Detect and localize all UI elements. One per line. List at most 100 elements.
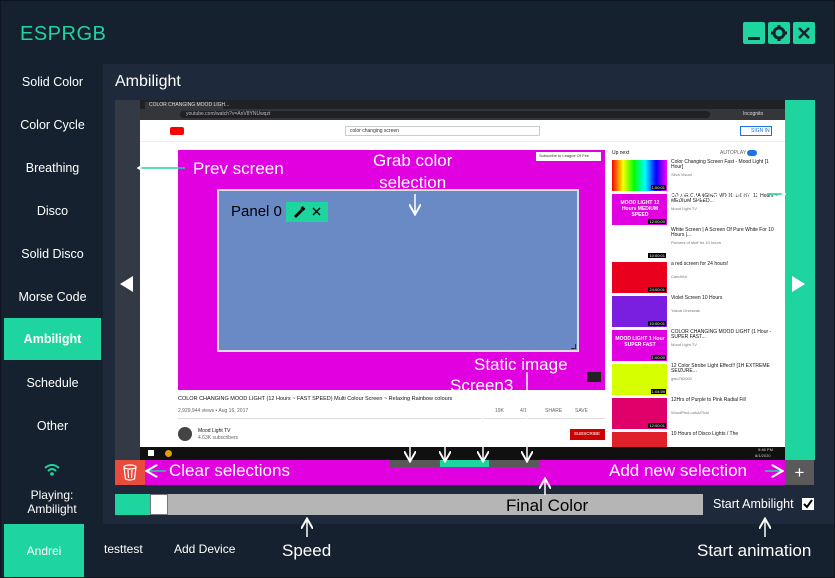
annotation-screen1: Screen1 — [352, 422, 416, 441]
rec-title: 10 Hours of Disco Lights / The — [671, 431, 739, 437]
sidebar-item-ambilight[interactable]: Ambilight — [4, 318, 101, 360]
rec-meta: Silva Visual — [671, 172, 692, 177]
annotation-static-image: Static image — [474, 355, 568, 374]
video-likes: 19K — [495, 408, 504, 414]
trash-icon — [123, 464, 137, 481]
annotation-speed: Speed — [282, 541, 332, 560]
chevron-right-icon — [792, 276, 805, 292]
screen-segment-1[interactable] — [390, 460, 439, 467]
autoplay-toggle — [747, 150, 757, 156]
sidebar-item-other[interactable]: Other — [4, 406, 101, 446]
video-title: COLOR CHANGING MOOD LIGHT (12 Hours ~ FA… — [178, 396, 453, 402]
video-save: SAVE — [575, 408, 588, 414]
sidebar-item-solid-disco[interactable]: Solid Disco — [4, 234, 101, 274]
rec-duration: 10:00:01 — [648, 253, 666, 258]
youtube-logo-icon — [170, 127, 184, 135]
browser-tabbar: COLOR CHANGING MOOD LIGH... — [140, 100, 785, 109]
channel-subscribers: 4.63K subscribers — [198, 435, 239, 441]
device-tab-andrei[interactable]: Andrei — [4, 524, 84, 577]
browser-tab-label: COLOR CHANGING MOOD LIGH... — [149, 102, 230, 108]
sidebar-item-breathing[interactable]: Breathing — [4, 148, 101, 188]
rec-title: Violet Screen 10 Hours — [671, 295, 723, 301]
rec-thumbnail: 1:00:00 MOOD LIGHT 1 Hour SUPER FAST — [612, 330, 667, 361]
start-ambilight-checkbox[interactable] — [802, 498, 814, 510]
sidebar-item-label: Solid Disco — [21, 247, 84, 261]
speed-slider-fill — [115, 494, 150, 515]
screen-segment-2[interactable] — [440, 460, 489, 467]
rec-meta: Yakub Grzeszak — [671, 308, 701, 313]
yt-sign-in-label: SIGN IN — [751, 128, 770, 134]
playing-text: Playing: Ambilight — [27, 488, 77, 516]
sidebar-item-schedule[interactable]: Schedule — [4, 363, 101, 403]
rec-thumbnail: 10:00:01 — [612, 296, 667, 327]
yt-header: color changing screen SIGN IN — [140, 120, 785, 142]
gear-icon[interactable] — [768, 22, 790, 44]
color-picker-icon[interactable] — [294, 206, 306, 218]
taskbar: 9:46 PM 8/1/2020 — [140, 447, 785, 460]
yt-sign-in: SIGN IN — [740, 126, 772, 136]
screen-segment-3[interactable] — [490, 460, 539, 467]
wifi-icon — [44, 464, 60, 476]
rec-duration: 12:00:00 — [648, 219, 666, 224]
rec-duration: 1:04:59 — [650, 389, 666, 394]
device-tab-testtest[interactable]: testtest — [104, 542, 143, 556]
rec-duration: 1:00:00 — [650, 355, 666, 360]
sidebar-item-solid-color[interactable]: Solid Color — [4, 62, 101, 102]
rec-thumbnail-text: MOOD LIGHT 1 Hour SUPER FAST — [615, 336, 665, 348]
yt-search: color changing screen — [345, 126, 540, 136]
sidebar-item-color-cycle[interactable]: Color Cycle — [4, 105, 101, 145]
subscribe-prompt-text: Subscribe to League Of Fire — [539, 153, 590, 158]
windows-start-icon — [148, 450, 154, 456]
prev-screen-button[interactable] — [115, 100, 145, 460]
speed-slider-handle[interactable] — [150, 494, 168, 515]
sidebar-item-label: Solid Color — [21, 75, 84, 89]
subscribe-prompt: Subscribe to League Of Fire — [536, 152, 601, 161]
rec-title: COLOR CHANGING MOOD LIGHT (1 Hour - SUPE… — [671, 329, 772, 340]
annotation-final-color: Final Color — [506, 496, 589, 515]
yt-search-text: color changing screen — [350, 128, 399, 134]
yt-subscribe-label: SUBSCRIBE — [574, 431, 601, 436]
taskbar-time: 9:46 PM — [758, 447, 773, 452]
resize-handle[interactable] — [571, 344, 576, 349]
clear-selections-button[interactable] — [115, 460, 145, 485]
rec-meta: Pictures of stuff for 10 hours — [671, 240, 721, 245]
device-tab-label: Andrei — [26, 543, 62, 558]
rec-title: White Screen | A Screen Of Pure White Fo… — [671, 227, 774, 238]
sidebar-item-label: Disco — [36, 204, 69, 218]
address-bar-url: youtube.com/watch?v=AnV8YNUwqzt — [186, 111, 271, 117]
rec-title: a red screen for 24 hours! — [671, 261, 729, 267]
rec-thumbnail: 24:00:01 — [612, 262, 667, 293]
annotation-clear-selections: Clear selections — [169, 461, 290, 480]
annotation-prev-screen: Prev screen — [193, 159, 284, 178]
rec-duration: 1:00:01 — [650, 185, 666, 190]
speed-slider[interactable] — [115, 494, 703, 515]
sidebar-item-label: Schedule — [26, 376, 79, 390]
sidebar-item-label: Ambilight — [23, 332, 82, 346]
divider — [178, 418, 605, 419]
close-icon[interactable] — [793, 22, 815, 44]
add-selection-button[interactable]: + — [785, 460, 814, 485]
next-screen-button[interactable] — [785, 100, 815, 460]
rec-thumbnail: 1:04:59 — [612, 364, 667, 395]
playing-status: Playing: Ambilight — [1, 488, 103, 516]
close-icon[interactable] — [312, 207, 321, 216]
screen-selector — [390, 460, 540, 467]
selection-panel-0[interactable]: Panel 0 — [217, 189, 579, 352]
sidebar-item-disco[interactable]: Disco — [4, 191, 101, 231]
panel-tools — [286, 202, 328, 222]
plus-icon: + — [794, 462, 805, 482]
rec-meta: CandHut — [671, 274, 687, 279]
annotation-screen2: Screen2 — [404, 403, 468, 422]
sidebar-item-label: Other — [36, 419, 69, 433]
rec-meta: Mood Light TV — [671, 342, 697, 347]
browser-toolbar: youtube.com/watch?v=AnV8YNUwqzt Incognit… — [140, 109, 785, 120]
minimize-icon[interactable] — [743, 22, 765, 44]
up-next-label: Up next — [612, 150, 630, 156]
taskbar-date: 8/1/2020 — [755, 453, 771, 458]
sidebar-item-morse-code[interactable]: Morse Code — [4, 277, 101, 317]
add-device-button[interactable]: Add Device — [174, 542, 235, 556]
annotation-screen3: Screen3 — [450, 376, 514, 395]
rec-title: 12 Color Strobe Light Effect!! [1H EXTRE… — [671, 363, 770, 374]
chevron-left-icon — [120, 276, 133, 292]
app-title: ESPRGB — [20, 23, 107, 45]
